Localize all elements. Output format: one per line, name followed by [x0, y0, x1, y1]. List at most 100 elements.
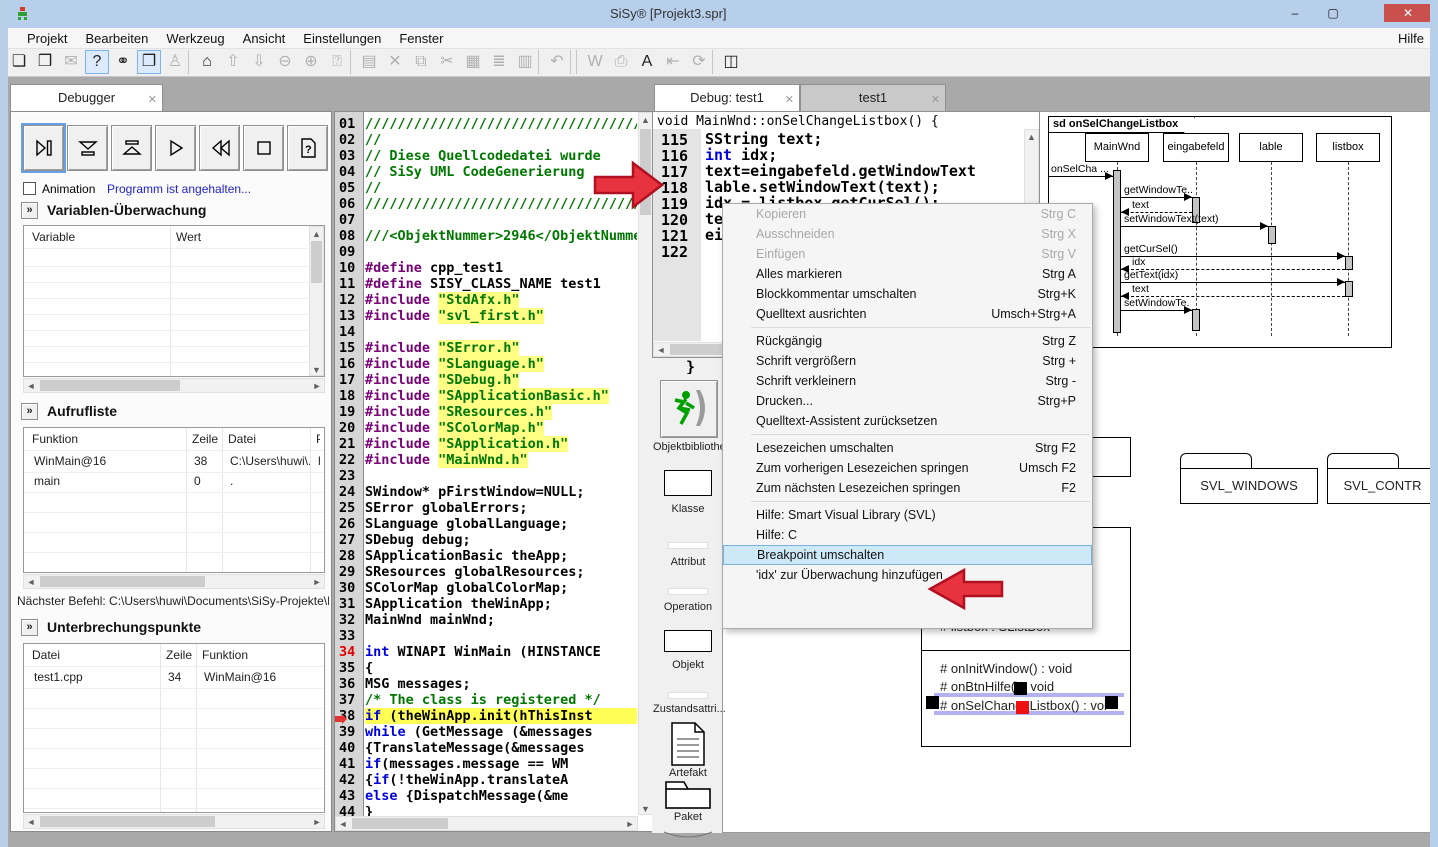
step-over-button[interactable] [67, 125, 108, 171]
editor-vscrollbar[interactable]: ▲▼ [638, 112, 653, 815]
mail-icon[interactable]: ✉ [59, 50, 83, 74]
context-menu-item-4[interactable]: Blockkommentar umschaltenStrg+K [723, 284, 1092, 304]
titlebar[interactable]: SiSy® [Projekt3.spr] – ▢ ✕ [0, 0, 1438, 28]
message-line[interactable] [1121, 282, 1345, 283]
code-line[interactable]: #include "SError.h" [365, 340, 637, 356]
close-icon[interactable]: ✕ [785, 87, 794, 113]
callstack-collapse-button[interactable]: » [21, 403, 38, 420]
print-icon[interactable]: ⎙ [609, 50, 633, 74]
code-line[interactable]: #include "svl_first.h" [365, 308, 637, 324]
scroll-right-arrow[interactable]: ► [311, 815, 323, 828]
window-preview-icon[interactable]: ❐ [137, 50, 161, 74]
code-line[interactable]: ///<ObjektNummer>2946</ObjektNummer> [365, 228, 637, 244]
code-line[interactable]: text=eingabefeld.getWindowText [705, 163, 1023, 179]
run-button[interactable] [155, 125, 196, 171]
palette-zustandsattribut[interactable] [668, 692, 708, 699]
callstack-table-row-0[interactable]: hTl [318, 454, 320, 474]
code-line[interactable]: SResources globalResources; [365, 564, 637, 580]
lifeline-eingabefeld[interactable]: eingabefeld [1163, 133, 1229, 162]
palette-objekt[interactable] [664, 630, 712, 652]
message-line[interactable] [1121, 226, 1268, 227]
breakpoints-table-row-0[interactable]: 34 [168, 670, 196, 690]
context-menu-item-7[interactable]: RückgängigStrg Z [723, 331, 1092, 351]
code-line[interactable]: {if(!theWinApp.translateA [365, 772, 637, 788]
maximize-button[interactable]: ▢ [1318, 4, 1348, 22]
lifeline-MainWnd[interactable]: MainWnd [1085, 133, 1149, 162]
code-line[interactable]: lable.setWindowText(text); [705, 179, 1023, 195]
columns-icon[interactable]: ▥ [513, 50, 537, 74]
copy-icon[interactable]: ⧉ [409, 50, 433, 74]
tab-debug-test1[interactable]: Debug: test1✕ [654, 84, 800, 111]
person-icon[interactable]: ♙ [163, 50, 187, 74]
animation-checkbox[interactable] [23, 182, 36, 195]
palette-artefakt[interactable] [670, 722, 706, 766]
context-menu-item-13[interactable]: Lesezeichen umschaltenStrg F2 [723, 438, 1092, 458]
code-line[interactable]: MSG messages; [365, 676, 637, 692]
scroll-right-arrow[interactable]: ► [311, 379, 323, 392]
close-icon[interactable]: ✕ [931, 87, 940, 113]
zoom-in-icon[interactable]: ⊕ [299, 50, 323, 74]
editor-hscrollbar[interactable]: ◄► [335, 816, 638, 831]
scroll-up-arrow[interactable]: ▲ [1025, 130, 1038, 142]
scroll-thumb[interactable] [40, 576, 205, 587]
scroll-up-arrow[interactable]: ▲ [310, 227, 323, 239]
scroll-thumb[interactable] [40, 380, 180, 391]
context-menu-item-8[interactable]: Schrift vergrößernStrg + [723, 351, 1092, 371]
context-menu-item-14[interactable]: Zum vorherigen Lesezeichen springenUmsch… [723, 458, 1092, 478]
code-line[interactable]: SColorMap globalColorMap; [365, 580, 637, 596]
callstack-table-row-0[interactable]: C:\Users\huwi\... [230, 454, 310, 474]
code-line[interactable]: SString text; [705, 131, 1023, 147]
edit-note-icon[interactable]: ▤ [357, 50, 381, 74]
message-line[interactable] [1049, 176, 1113, 177]
object-library-button[interactable] [660, 380, 718, 438]
context-menu-item-17[interactable]: Hilfe: Smart Visual Library (SVL) [723, 505, 1092, 525]
code-line[interactable] [365, 244, 637, 260]
scroll-down-arrow[interactable]: ▼ [639, 802, 652, 814]
callstack-hscrollbar[interactable]: ◄► [23, 574, 325, 589]
menu-item-ansicht[interactable]: Ansicht [234, 28, 295, 49]
code-line[interactable]: #include "SLanguage.h" [365, 356, 637, 372]
document-question-icon[interactable]: ⍰ [325, 50, 349, 74]
code-line[interactable]: { [365, 660, 637, 676]
palette-paket[interactable] [664, 780, 712, 810]
stop-button[interactable] [243, 125, 284, 171]
code-line[interactable]: MainWnd mainWnd; [365, 612, 637, 628]
watch-collapse-button[interactable]: » [21, 202, 38, 219]
code-line[interactable]: #include "StdAfx.h" [365, 292, 637, 308]
message-line[interactable] [1121, 310, 1192, 311]
book-icon[interactable]: ◫ [719, 50, 743, 74]
context-menu-item-3[interactable]: Alles markierenStrg A [723, 264, 1092, 284]
breakpoints-collapse-button[interactable]: » [21, 619, 38, 636]
code-line[interactable]: // [365, 132, 637, 148]
code-line[interactable]: /* The class is registered */ [365, 692, 637, 708]
code-line[interactable]: #include "SDebug.h" [365, 372, 637, 388]
scroll-right-arrow[interactable]: ► [311, 575, 323, 588]
code-line[interactable] [365, 468, 637, 484]
code-line[interactable]: else {DispatchMessage(&me [365, 788, 637, 804]
cut-icon[interactable]: ✂ [435, 50, 459, 74]
close-icon[interactable]: ✕ [148, 87, 157, 113]
tab-debugger[interactable]: Debugger✕ [10, 84, 163, 111]
code-line[interactable]: int idx; [705, 147, 1023, 163]
context-menu-item-1[interactable]: AusschneidenStrg X [723, 224, 1092, 244]
context-menu-item-5[interactable]: Quelltext ausrichtenUmsch+Strg+A [723, 304, 1092, 324]
selection-handle-top[interactable] [1014, 682, 1027, 695]
scroll-left-arrow[interactable]: ◄ [337, 817, 349, 830]
step-out-button[interactable] [111, 125, 152, 171]
paste-icon[interactable]: ▦ [461, 50, 485, 74]
context-menu-item-11[interactable]: Quelltext-Assistent zurücksetzen [723, 411, 1092, 431]
context-menu-item-0[interactable]: KopierenStrg C [723, 204, 1092, 224]
context-menu-item-18[interactable]: Hilfe: C [723, 525, 1092, 545]
palette-attribut[interactable] [668, 542, 708, 549]
callstack-table-row-1[interactable]: main [34, 474, 186, 494]
scroll-up-arrow[interactable]: ▲ [639, 113, 652, 125]
menu-item-fenster[interactable]: Fenster [390, 28, 452, 49]
selection-handle-left[interactable] [926, 696, 939, 709]
code-line[interactable]: SApplication theWinApp; [365, 596, 637, 612]
scroll-left-arrow[interactable]: ◄ [25, 575, 37, 588]
word-export-icon[interactable]: W [583, 50, 607, 74]
scroll-thumb[interactable] [311, 241, 322, 283]
palette-operation[interactable] [668, 588, 708, 595]
package-svl_contr[interactable]: SVL_CONTR [1327, 468, 1438, 504]
code-line[interactable] [365, 212, 637, 228]
